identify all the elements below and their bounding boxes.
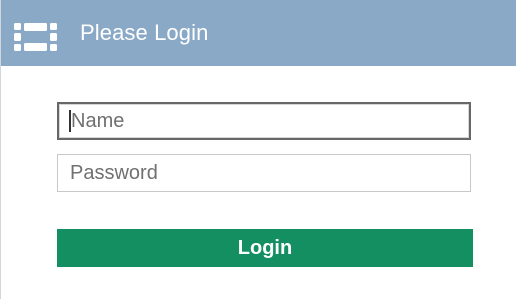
text-caret bbox=[69, 110, 71, 132]
fortinet-grid-logo-icon bbox=[14, 23, 57, 51]
login-header: Please Login bbox=[1, 0, 516, 66]
page-title: Please Login bbox=[80, 20, 209, 45]
login-form: Login bbox=[1, 66, 516, 299]
name-input[interactable] bbox=[57, 102, 471, 140]
login-button[interactable]: Login bbox=[57, 229, 473, 267]
login-panel: Please Login Login bbox=[0, 0, 516, 299]
password-input[interactable] bbox=[57, 154, 471, 192]
